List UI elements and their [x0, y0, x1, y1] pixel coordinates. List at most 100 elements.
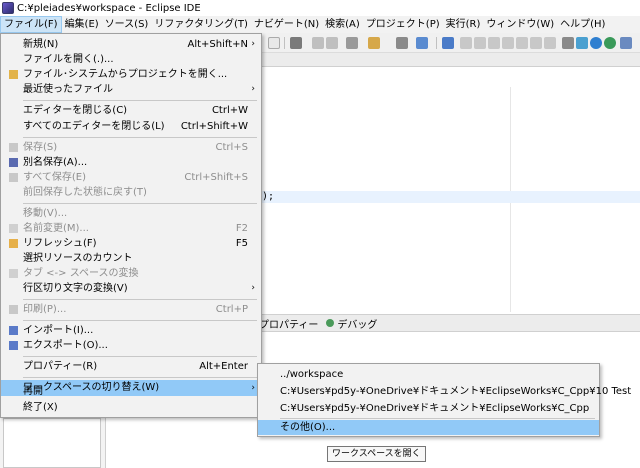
disconnect-icon[interactable] — [502, 37, 514, 49]
menu-source[interactable]: ソース(S) — [102, 16, 152, 33]
menu-item-label: C:¥Users¥pd5y-¥OneDrive¥ドキュメント¥EclipseWo… — [280, 403, 590, 414]
menu-separator — [23, 320, 257, 321]
menu-item-open-projects[interactable]: ファイル･システムからプロジェクトを開く... — [1, 67, 261, 82]
build-target-icon[interactable] — [368, 37, 380, 49]
menu-item-label: プロパティー(R) — [23, 361, 98, 372]
menu-separator — [23, 137, 257, 138]
workspace-recent-item[interactable]: C:¥Users¥pd5y-¥OneDrive¥ドキュメント¥EclipseWo… — [258, 384, 631, 399]
code-editor[interactable]: ); — [262, 67, 640, 312]
shortcut-label: Ctrl+P — [215, 304, 248, 315]
tab-debug[interactable]: デバッグ — [322, 315, 381, 331]
menu-item-save[interactable]: 保存(S) Ctrl+S — [1, 140, 261, 155]
suspend-icon[interactable] — [474, 37, 486, 49]
menu-item-properties[interactable]: プロパティー(R) Alt+Enter — [1, 359, 261, 374]
menu-item-label: リフレッシュ(F) — [23, 238, 97, 249]
tooltip: ワークスペースを開く — [327, 446, 426, 462]
menu-project[interactable]: プロジェクト(P) — [363, 16, 443, 33]
menu-item-convert-delimiters[interactable]: 行区切り文字の変換(V) › — [1, 281, 261, 296]
menu-refactor[interactable]: リファクタリング(T) — [151, 16, 251, 33]
submenu-arrow-icon: › — [251, 283, 255, 293]
save-as-icon — [9, 158, 18, 167]
terminate-icon[interactable] — [488, 37, 500, 49]
shortcut-label: Ctrl+Shift+S — [184, 172, 248, 183]
menu-item-exit[interactable]: 終了(X) — [1, 400, 261, 415]
menu-item-move[interactable]: 移動(V)... — [1, 206, 261, 221]
save-all-icon[interactable] — [326, 37, 338, 49]
search-icon[interactable] — [576, 37, 588, 49]
menu-item-label: エクスポート(O)... — [23, 340, 108, 351]
step-return-icon[interactable] — [544, 37, 556, 49]
resume-icon[interactable] — [460, 37, 472, 49]
menu-item-label: 保存(S) — [23, 142, 58, 153]
workspace-recent-item[interactable]: ../workspace — [258, 367, 599, 382]
menu-item-label: C:¥Users¥pd5y-¥OneDrive¥ドキュメント¥EclipseWo… — [280, 386, 632, 397]
menu-item-label: インポート(I)... — [23, 325, 94, 336]
menu-item-label: 名前変更(M)... — [23, 223, 89, 234]
menu-item-revert[interactable]: 前回保存した状態に戻す(T) — [1, 185, 261, 200]
menu-separator — [23, 203, 257, 204]
menu-item-print[interactable]: 印刷(P)... Ctrl+P — [1, 302, 261, 317]
external-tools-icon[interactable] — [604, 37, 616, 49]
menu-run[interactable]: 実行(R) — [443, 16, 484, 33]
menu-item-label: エディターを閉じる(C) — [23, 105, 128, 116]
monitor-icon[interactable] — [442, 37, 454, 49]
menu-file[interactable]: ファイル(F) — [0, 16, 62, 33]
menu-item-import[interactable]: インポート(I)... — [1, 323, 261, 338]
menu-item-label: 新規(N) — [23, 39, 59, 50]
tab-label: デバッグ — [337, 319, 378, 331]
menu-separator — [23, 100, 257, 101]
menu-separator — [23, 299, 257, 300]
menu-item-export[interactable]: エクスポート(O)... — [1, 338, 261, 353]
menu-item-new[interactable]: 新規(N) Alt+Shift+N › — [1, 37, 261, 52]
submenu-arrow-icon: › — [251, 39, 255, 49]
bottom-view-tabs: プロパティー デバッグ — [255, 314, 640, 332]
list-icon[interactable] — [562, 37, 574, 49]
menu-item-count-resources[interactable]: 選択リソースのカウント — [1, 251, 261, 266]
step-over-icon[interactable] — [530, 37, 542, 49]
menu-navigate[interactable]: ナビゲート(N) — [251, 16, 322, 33]
editor-tab-strip — [262, 53, 640, 67]
terminal-icon[interactable] — [346, 37, 358, 49]
menu-item-restart[interactable]: 再開 — [1, 384, 261, 399]
save-icon[interactable] — [312, 37, 324, 49]
menu-item-recent-files[interactable]: 最近使ったファイル › — [1, 82, 261, 97]
tab-properties[interactable]: プロパティー — [255, 315, 322, 331]
menu-item-open-file[interactable]: ファイルを開く(.)... — [1, 52, 261, 67]
shortcut-label: Alt+Shift+N — [187, 39, 248, 50]
title-bar: C:¥pleiades¥workspace - Eclipse IDE — [0, 0, 640, 16]
menu-item-label: タブ <-> スペースの変換 — [23, 268, 139, 279]
workspace-recent-item[interactable]: C:¥Users¥pd5y-¥OneDrive¥ドキュメント¥EclipseWo… — [258, 401, 599, 416]
toolbar-separator — [436, 37, 437, 49]
debug-icon — [326, 319, 335, 327]
outline-view — [3, 418, 101, 468]
workspace-other-item[interactable]: その他(O)... — [258, 420, 599, 435]
tab-label: プロパティー — [259, 319, 319, 331]
menu-item-label: ファイル･システムからプロジェクトを開く... — [23, 69, 228, 80]
shortcut-label: Ctrl+Shift+W — [180, 121, 248, 132]
shortcut-label: Ctrl+S — [215, 142, 248, 153]
menu-item-save-all[interactable]: すべて保存(E) Ctrl+Shift+S — [1, 170, 261, 185]
menu-item-label: すべてのエディターを閉じる(L) — [23, 121, 165, 132]
menu-window[interactable]: ウィンドウ(W) — [483, 16, 557, 33]
menu-item-label: その他(O)... — [280, 422, 336, 433]
step-into-icon[interactable] — [516, 37, 528, 49]
menu-item-rename[interactable]: 名前変更(M)... F2 — [1, 221, 261, 236]
menu-help[interactable]: ヘルプ(H) — [557, 16, 608, 33]
debug-icon[interactable] — [416, 37, 428, 49]
new-icon[interactable] — [290, 37, 302, 49]
print-icon[interactable] — [396, 37, 408, 49]
menu-item-close-editor[interactable]: エディターを閉じる(C) Ctrl+W — [1, 103, 261, 118]
menu-item-convert-tabs[interactable]: タブ <-> スペースの変換 — [1, 266, 261, 281]
menu-item-save-as[interactable]: 別名保存(A)... — [1, 155, 261, 170]
menu-item-label: 印刷(P)... — [23, 304, 67, 315]
menu-search[interactable]: 検索(A) — [322, 16, 363, 33]
menu-item-refresh[interactable]: リフレッシュ(F) F5 — [1, 236, 261, 251]
file-menu-dropdown: 新規(N) Alt+Shift+N › ファイルを開く(.)... ファイル･シ… — [0, 33, 262, 418]
menu-item-label: ../workspace — [280, 369, 344, 380]
menu-item-close-all[interactable]: すべてのエディターを閉じる(L) Ctrl+Shift+W — [1, 119, 261, 134]
perspective-icon[interactable] — [620, 37, 632, 49]
build-icon[interactable] — [268, 37, 280, 49]
run-icon[interactable] — [590, 37, 602, 49]
menu-item-label: 移動(V)... — [23, 208, 68, 219]
menu-edit[interactable]: 編集(E) — [62, 16, 102, 33]
